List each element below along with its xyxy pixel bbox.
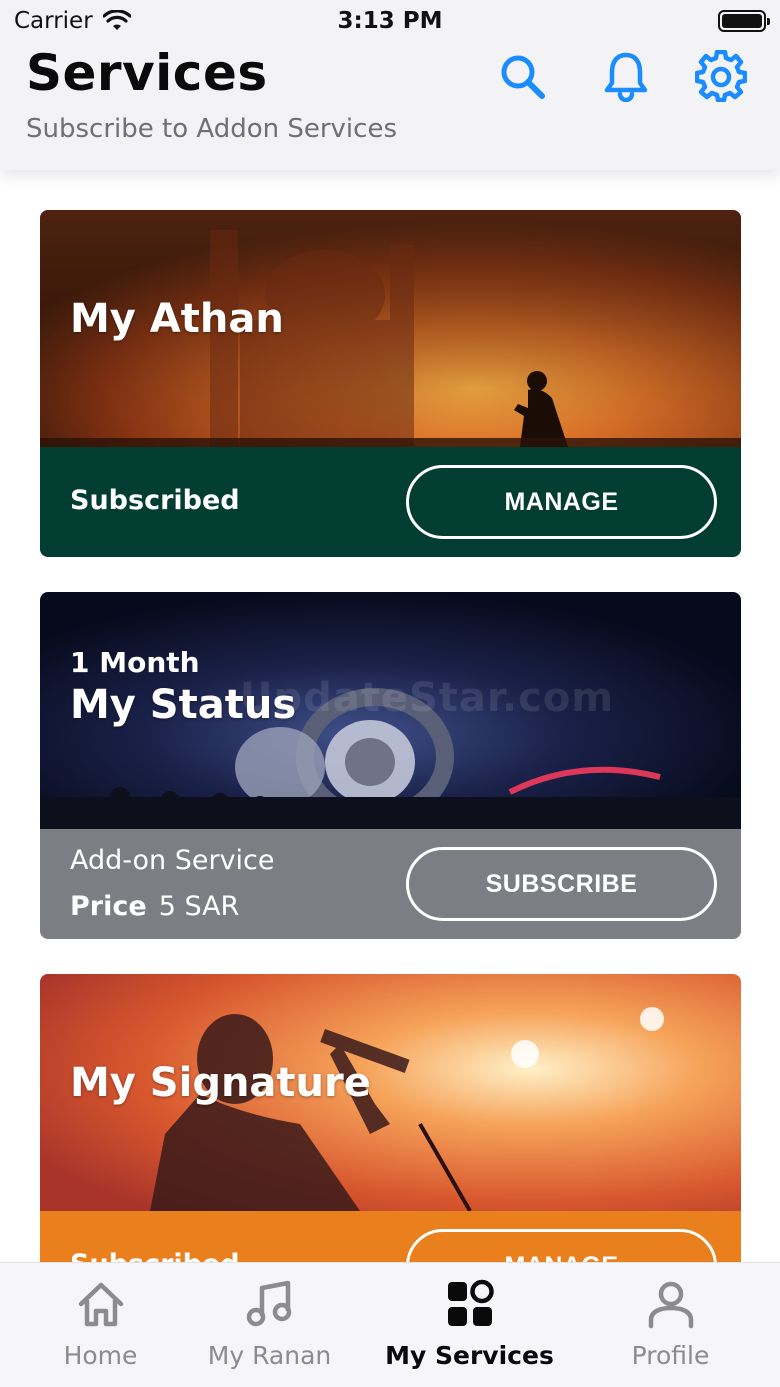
price-row: Price 5 SAR bbox=[70, 891, 239, 922]
service-card-footer: Subscribed MANAGE bbox=[40, 1211, 741, 1262]
search-button[interactable] bbox=[496, 50, 548, 102]
search-icon bbox=[501, 55, 545, 99]
services-grid-icon bbox=[447, 1279, 494, 1326]
status-bar: Carrier 3:13 PM bbox=[0, 0, 780, 44]
tab-label: Profile bbox=[631, 1341, 710, 1370]
manage-button[interactable]: MANAGE bbox=[406, 1229, 717, 1262]
tab-bar: Home My Ranan My Services Profile bbox=[0, 1262, 780, 1387]
person-icon bbox=[648, 1281, 693, 1329]
bell-icon bbox=[604, 52, 648, 102]
service-duration: 1 Month bbox=[70, 646, 200, 679]
price-label: Price bbox=[70, 891, 147, 922]
service-card-footer: Subscribed MANAGE bbox=[40, 447, 741, 557]
gear-icon bbox=[695, 50, 747, 102]
services-list[interactable]: My Athan Subscribed MANAGE 1 Month My St… bbox=[0, 170, 780, 1262]
home-icon bbox=[78, 1282, 123, 1327]
tab-label: My Services bbox=[385, 1341, 554, 1370]
tab-home[interactable]: Home bbox=[3, 1263, 198, 1387]
notifications-button[interactable] bbox=[600, 50, 652, 102]
tab-my-services[interactable]: My Services bbox=[372, 1263, 567, 1387]
app-header: Carrier 3:13 PM Services Subscribe to Ad… bbox=[0, 0, 780, 170]
service-type: Add-on Service bbox=[70, 845, 275, 876]
tab-my-ranan[interactable]: My Ranan bbox=[172, 1263, 367, 1387]
subscribe-button[interactable]: SUBSCRIBE bbox=[406, 847, 717, 921]
service-card-footer: Add-on Service Price 5 SAR SUBSCRIBE bbox=[40, 829, 741, 939]
tab-label: Home bbox=[63, 1341, 138, 1370]
service-title: My Signature bbox=[70, 1060, 371, 1106]
clock: 3:13 PM bbox=[337, 8, 443, 34]
settings-button[interactable] bbox=[695, 50, 747, 102]
tab-label: My Ranan bbox=[207, 1341, 332, 1370]
music-note-icon bbox=[246, 1280, 291, 1327]
service-title: My Athan bbox=[70, 296, 284, 342]
page-title: Services bbox=[26, 44, 268, 102]
service-card-status[interactable]: 1 Month My Status Add-on Service Price 5 … bbox=[40, 592, 741, 939]
battery-icon bbox=[718, 10, 770, 32]
price-value: 5 SAR bbox=[158, 891, 240, 922]
page-subtitle: Subscribe to Addon Services bbox=[26, 114, 397, 144]
manage-button[interactable]: MANAGE bbox=[406, 465, 717, 539]
subscription-status: Subscribed bbox=[70, 1249, 240, 1262]
subscription-status: Subscribed bbox=[70, 485, 240, 516]
watermark: UpdateStar.com bbox=[240, 675, 614, 721]
service-card-athan[interactable]: My Athan Subscribed MANAGE bbox=[40, 210, 741, 557]
tab-profile[interactable]: Profile bbox=[573, 1263, 768, 1387]
service-card-signature[interactable]: My Signature Subscribed MANAGE bbox=[40, 974, 741, 1262]
